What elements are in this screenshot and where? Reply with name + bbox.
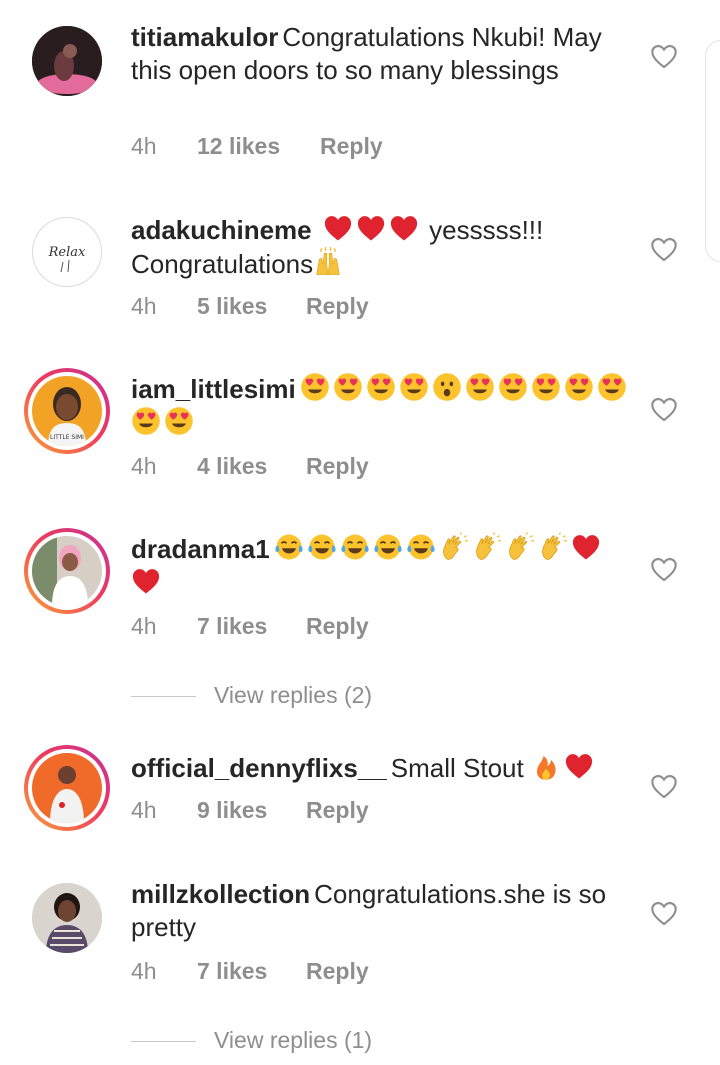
red-heart-icon [390,216,417,241]
heart-outline-icon[interactable] [650,43,678,69]
comment-time: 4h [131,133,157,159]
comment-likes[interactable]: 7 likes [197,956,306,986]
view-replies-button[interactable]: View replies (1) [131,1025,372,1055]
comment-time: 4h [131,453,157,479]
comment-username[interactable]: titiamakulor [131,22,278,52]
heart-eyes-icon [597,372,627,402]
comment-text-line2: Congratulations [131,249,314,279]
tears-of-joy-icon [307,532,337,562]
comment-text: yesssss!!! [429,215,544,245]
clapping-icon [439,532,469,562]
avatar-iam_littlesimi[interactable]: LITTLE SIMI [24,368,110,454]
reply-button[interactable]: Reply [306,956,369,986]
reply-button[interactable]: Reply [320,131,383,161]
comment-likes[interactable]: 7 likes [197,611,306,641]
red-heart-icon [357,216,384,241]
tears-of-joy-icon [274,532,304,562]
heart-outline-icon[interactable] [650,900,678,926]
heart-eyes-icon [498,372,528,402]
reply-button[interactable]: Reply [306,451,369,481]
avatar-millzkollection[interactable] [32,883,102,953]
heart-eyes-icon [564,372,594,402]
avatar-relax-text: Relax [48,245,86,260]
heart-outline-icon[interactable] [650,236,678,262]
heart-outline-icon[interactable] [650,396,678,422]
view-replies-button[interactable]: View replies (2) [131,680,372,710]
clapping-icon [505,532,535,562]
heart-eyes-icon [366,372,396,402]
comment-username[interactable]: official_dennyflixs__ [131,753,387,783]
comment-likes[interactable]: 9 likes [197,795,306,825]
comment-text: Small Stout [390,753,524,783]
red-heart-icon [565,754,593,779]
comment-username[interactable]: millzkollection [131,879,310,909]
heart-eyes-icon [333,372,363,402]
heart-outline-icon[interactable] [650,773,678,799]
view-replies-label: View replies (2) [214,682,373,708]
heart-eyes-icon [300,372,330,402]
comment-likes[interactable]: 4 likes [197,451,306,481]
avatar-titiamakulor[interactable] [32,26,102,96]
fire-icon [536,756,556,780]
tears-of-joy-icon [406,532,436,562]
comment-likes[interactable]: 12 likes [197,131,320,161]
avatar-dradanma1[interactable] [24,528,110,614]
red-heart-icon [324,216,351,241]
tears-of-joy-icon [340,532,370,562]
clapping-icon [538,532,568,562]
view-replies-divider [131,696,196,698]
comment-username[interactable]: iam_littlesimi [131,374,296,404]
heart-eyes-icon [399,372,429,402]
heart-outline-icon[interactable] [650,556,678,582]
comment-time: 4h [131,958,157,984]
side-panel-edge [705,40,720,262]
view-replies-divider [131,1041,196,1043]
comment-time: 4h [131,797,157,823]
reply-button[interactable]: Reply [306,291,369,321]
heart-eyes-icon [531,372,561,402]
tears-of-joy-icon [373,532,403,562]
reply-button[interactable]: Reply [306,795,369,825]
view-replies-label: View replies (1) [214,1027,373,1053]
avatar-official_dennyflixs__[interactable] [24,745,110,831]
avatar-little-simi-text: LITTLE SIMI [50,434,84,441]
heart-eyes-icon [164,406,194,436]
comment-time: 4h [131,293,157,319]
avatar-adakuchineme[interactable]: Relax [32,217,102,287]
comment-username[interactable]: adakuchineme [131,215,312,245]
red-heart-icon [571,532,601,562]
reply-button[interactable]: Reply [306,611,369,641]
heart-eyes-icon [131,406,161,436]
comment-username[interactable]: dradanma1 [131,534,270,564]
red-heart-icon [131,566,161,596]
clapping-icon [472,532,502,562]
comment-time: 4h [131,613,157,639]
emoji-group [316,215,429,245]
raising-hands-icon [316,247,340,275]
comment-likes[interactable]: 5 likes [197,291,306,321]
emoji-group [524,753,597,783]
heart-eyes-icon [465,372,495,402]
astonished-icon [432,372,462,402]
